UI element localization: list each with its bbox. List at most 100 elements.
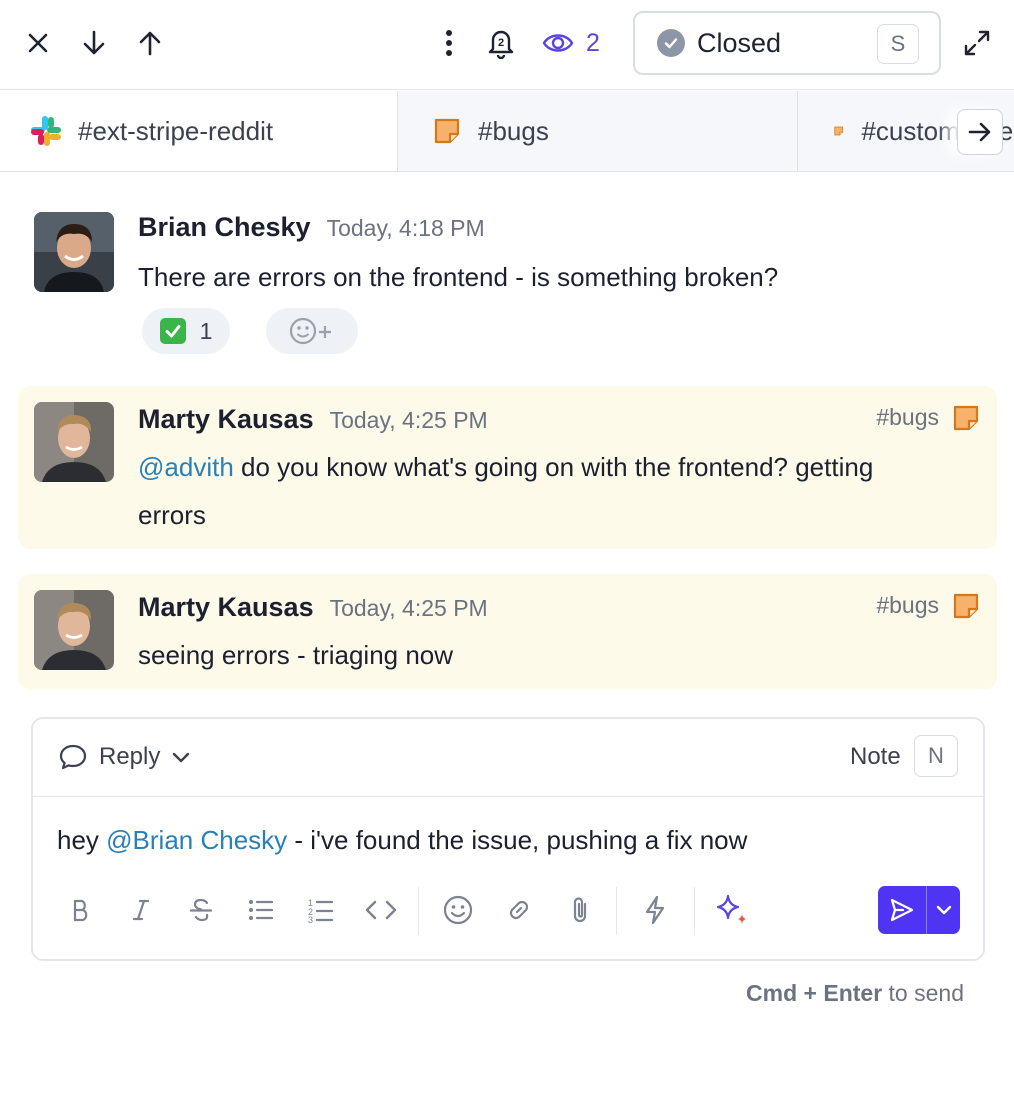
message-text-line2: errors [138,500,206,530]
paperclip-icon [573,897,587,923]
smiley-icon [443,895,473,925]
close-button[interactable] [17,22,59,64]
note-icon [834,126,844,136]
next-button[interactable] [73,22,115,64]
note-icon [434,118,460,144]
message: Marty Kausas Today, 4:25 PM #bugs seeing… [18,574,997,689]
send-options-button[interactable] [927,886,960,934]
numbered-list-button[interactable]: 123 [301,887,341,933]
note-icon [953,593,979,618]
message: Marty Kausas Today, 4:25 PM #bugs @advit… [18,386,997,549]
chevron-down-icon [936,905,951,915]
link-button[interactable] [497,887,541,933]
check-emoji-icon [159,318,186,344]
avatar [34,402,114,482]
toolbar-divider [418,887,419,935]
send-button-group [878,886,960,934]
code-button[interactable] [361,887,401,933]
bulleted-list-icon [249,900,274,920]
tab-ext-stripe-reddit[interactable]: #ext-stripe-reddit [0,91,397,171]
draft-suffix: - i've found the issue, pushing a fix no… [287,825,748,855]
timestamp: Today, 4:18 PM [326,215,485,241]
sparkles-icon [716,894,746,924]
bell-snooze-icon: 2 [488,30,514,59]
chevron-down-icon [173,752,190,763]
message-header: Marty Kausas Today, 4:25 PM [138,404,488,435]
italic-button[interactable] [121,887,161,933]
user-mention[interactable]: @advith [138,452,234,482]
channel-tabs: #ext-stripe-reddit #bugs #customer-feedb… [0,91,1014,172]
speech-bubble-icon [59,744,87,770]
bold-button[interactable] [61,887,101,933]
composer-header: Reply Note N [33,719,983,797]
svg-text:2: 2 [498,37,504,49]
note-shortcut: N [914,735,958,777]
tab-bugs[interactable]: #bugs [397,91,797,171]
message-text: seeing errors - triaging now [138,640,454,670]
author-name[interactable]: Marty Kausas [138,592,314,623]
arrow-right-icon [968,122,991,142]
lightning-icon [645,895,665,925]
message-channel[interactable]: #bugs [876,404,979,431]
note-toggle[interactable]: Note [850,743,901,771]
arrow-up-icon [139,31,161,56]
svg-text:3: 3 [308,915,313,923]
reaction-check[interactable]: 1 [142,308,230,354]
author-name[interactable]: Marty Kausas [138,404,314,435]
close-icon [28,33,48,53]
watchers-button[interactable]: 2 [542,26,600,60]
macros-button[interactable] [633,887,677,933]
message: Brian Chesky Today, 4:18 PM There are er… [18,196,997,366]
avatar [34,212,114,292]
timestamp: Today, 4:25 PM [329,595,488,621]
channel-label: #bugs [876,404,939,430]
more-options-button[interactable] [428,22,470,64]
link-icon [509,900,529,920]
bulleted-list-button[interactable] [241,887,281,933]
reply-input[interactable]: hey @Brian Chesky - i've found the issue… [57,825,747,856]
note-icon [953,405,979,430]
snooze-button[interactable]: 2 [480,22,522,64]
message-channel[interactable]: #bugs [876,592,979,619]
toolbar-divider [616,887,617,935]
avatar [34,590,114,670]
message-text: @advith do you know what's going on with… [138,443,978,539]
hint-suffix: to send [882,980,964,1006]
channel-label: #bugs [876,592,939,618]
send-button[interactable] [878,886,927,934]
toolbar: 2 2 Closed S [0,0,1014,90]
reply-mode-dropdown[interactable]: Reply [59,739,190,775]
code-icon [365,900,397,920]
ai-assist-button[interactable] [710,887,756,933]
reply-mode-label: Reply [99,743,161,770]
draft-mention: @Brian Chesky [106,825,288,855]
strikethrough-button[interactable] [181,887,221,933]
toolbar-divider [694,887,695,935]
author-name[interactable]: Brian Chesky [138,212,311,243]
arrow-down-icon [83,30,105,55]
message-text-line1: do you know what's going on with the fro… [233,452,874,482]
tab-label: #bugs [478,115,549,146]
attach-button[interactable] [558,887,602,933]
eye-icon [542,34,574,52]
italic-icon [132,899,150,921]
message-header: Brian Chesky Today, 4:18 PM [138,212,485,243]
bold-icon [73,899,88,922]
previous-button[interactable] [129,22,171,64]
reaction-count: 1 [199,317,213,344]
more-vertical-icon [446,30,452,56]
send-shortcut-hint: Cmd + Enter to send [746,980,964,1007]
emoji-button[interactable] [436,887,480,933]
expand-button[interactable] [956,22,998,64]
timestamp: Today, 4:25 PM [329,407,488,433]
tab-label: #ext-stripe-reddit [78,115,274,146]
status-dropdown[interactable]: Closed S [633,11,941,75]
status-label: Closed [697,27,782,58]
status-shortcut: S [877,24,919,64]
add-reaction-button[interactable] [266,308,358,354]
message-composer: Reply Note N hey @Brian Chesky - i've fo… [31,717,985,961]
draft-prefix: hey [57,825,107,855]
numbered-list-icon: 123 [308,898,334,923]
scroll-tabs-right-button[interactable] [957,109,1003,155]
add-emoji-icon [289,317,331,345]
